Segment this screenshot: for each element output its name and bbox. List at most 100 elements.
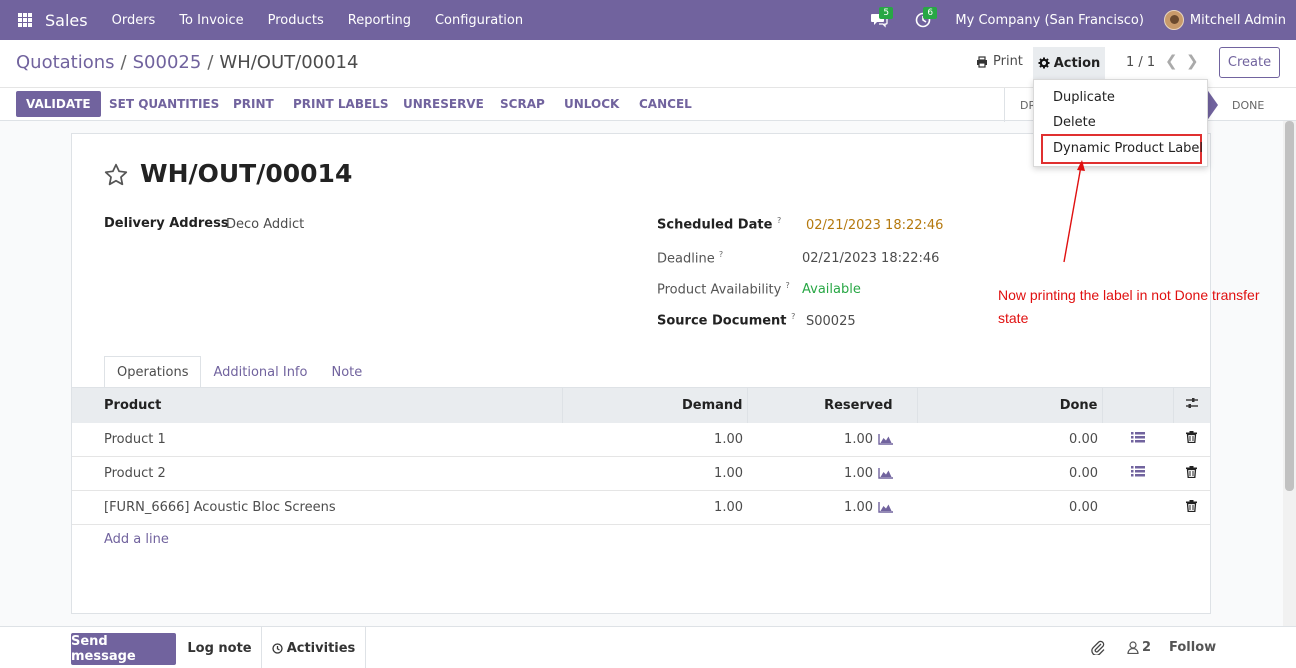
menu-item-duplicate[interactable]: Duplicate xyxy=(1053,90,1115,105)
scheduled-date-value[interactable]: 02/21/2023 18:22:46 xyxy=(806,218,943,233)
send-message-button[interactable]: Send message xyxy=(71,633,176,665)
messages-button[interactable]: 5 xyxy=(857,0,901,40)
cell-details xyxy=(1102,422,1173,457)
form-sheet: WH/OUT/00014 Delivery Address Deco Addic… xyxy=(71,133,1211,614)
unreserve-button[interactable]: UNRESERVE xyxy=(403,91,484,117)
column-demand[interactable]: Demand xyxy=(562,387,748,423)
user-menu[interactable]: Mitchell Admin xyxy=(1190,13,1286,28)
cell-product: Product 1 xyxy=(72,422,562,457)
cell-reserved: 1.00 xyxy=(747,422,917,457)
scrap-button[interactable]: SCRAP xyxy=(500,91,545,117)
paperclip-icon[interactable] xyxy=(1090,639,1106,655)
add-line-link[interactable]: Add a line xyxy=(104,532,169,547)
details-list-icon[interactable] xyxy=(1130,431,1145,443)
table-row[interactable]: Product 2 1.00 1.00 0.00 xyxy=(72,456,1210,491)
print-labels-button[interactable]: PRINT LABELS xyxy=(293,91,388,117)
print-button[interactable]: Print xyxy=(976,54,1023,69)
company-switcher[interactable]: My Company (San Francisco) xyxy=(955,13,1143,28)
menu-reporting[interactable]: Reporting xyxy=(336,13,423,28)
activities-button[interactable]: 6 xyxy=(901,0,945,40)
help-mark[interactable]: ? xyxy=(791,312,795,321)
print-status-button[interactable]: PRINT xyxy=(233,91,274,117)
apps-icon[interactable] xyxy=(18,13,32,27)
cell-product: Product 2 xyxy=(72,456,562,491)
trash-icon[interactable] xyxy=(1186,431,1197,444)
followers-button[interactable]: 2 xyxy=(1127,640,1151,655)
gear-icon xyxy=(1038,57,1050,69)
messages-badge: 5 xyxy=(879,7,894,19)
cell-reserved: 1.00 xyxy=(747,456,917,491)
delivery-address-value[interactable]: Deco Addict xyxy=(226,217,304,232)
scrollbar[interactable] xyxy=(1283,121,1296,626)
status-draft[interactable]: DR xyxy=(1004,88,1036,122)
reserved-value: 1.00 xyxy=(844,500,873,515)
followers-count: 2 xyxy=(1142,640,1152,655)
chevron-left-icon[interactable]: ❮ xyxy=(1165,52,1178,70)
table-header: Product Demand Reserved Done xyxy=(72,387,1210,423)
breadcrumb-separator: / xyxy=(207,52,214,73)
create-button[interactable]: Create xyxy=(1219,47,1280,78)
status-done[interactable]: DONE xyxy=(1232,88,1264,122)
activities-label: Activities xyxy=(286,640,356,656)
table-row[interactable]: Product 1 1.00 1.00 0.00 xyxy=(72,422,1210,457)
delivery-address-label: Delivery Address xyxy=(104,216,229,231)
menu-configuration[interactable]: Configuration xyxy=(423,13,535,28)
column-done[interactable]: Done xyxy=(917,387,1103,423)
tab-note[interactable]: Note xyxy=(319,356,374,388)
tab-operations[interactable]: Operations xyxy=(104,356,202,388)
help-mark[interactable]: ? xyxy=(719,250,723,259)
reserved-value: 1.00 xyxy=(844,431,873,447)
menu-products[interactable]: Products xyxy=(256,13,336,28)
scrollbar-thumb[interactable] xyxy=(1285,121,1294,491)
details-list-icon[interactable] xyxy=(1130,466,1145,477)
avatar[interactable] xyxy=(1163,10,1184,30)
forecast-icon[interactable] xyxy=(878,433,893,445)
notebook-tabs: Operations Additional Info Note xyxy=(104,356,374,388)
scheduled-date-label: Scheduled Date ? xyxy=(657,216,782,233)
reserved-value: 1.00 xyxy=(844,466,873,481)
breadcrumb: Quotations / S00025/WH/OUT/00014 xyxy=(16,52,358,73)
validate-button[interactable]: VALIDATE xyxy=(16,91,101,117)
help-mark[interactable]: ? xyxy=(777,216,781,225)
menu-orders[interactable]: Orders xyxy=(100,13,168,28)
breadcrumb-separator: / xyxy=(120,52,127,73)
table-row[interactable]: [FURN_6666] Acoustic Bloc Screens 1.00 1… xyxy=(72,490,1210,525)
menu-item-delete[interactable]: Delete xyxy=(1053,115,1096,130)
print-label: Print xyxy=(993,54,1023,69)
annotation-text: Now printing the label in not Done trans… xyxy=(998,287,1260,326)
column-product[interactable]: Product xyxy=(72,387,563,423)
operations-table: Product Demand Reserved Done Product 1 1… xyxy=(72,387,1210,525)
trash-icon[interactable] xyxy=(1186,465,1197,478)
menu-to-invoice[interactable]: To Invoice xyxy=(167,13,255,28)
forecast-icon[interactable] xyxy=(878,468,893,479)
unlock-button[interactable]: UNLOCK xyxy=(564,91,619,117)
print-icon xyxy=(977,55,987,68)
action-label: Action xyxy=(1053,55,1101,71)
cell-details xyxy=(1102,490,1173,525)
chevron-right-icon[interactable]: ❯ xyxy=(1186,52,1199,70)
app-name[interactable]: Sales xyxy=(45,11,88,30)
breadcrumb-current: WH/OUT/00014 xyxy=(219,52,359,73)
help-mark[interactable]: ? xyxy=(786,281,790,290)
breadcrumb-quotations[interactable]: Quotations xyxy=(16,52,115,73)
action-button[interactable]: Action xyxy=(1033,47,1105,79)
cell-reserved: 1.00 xyxy=(747,490,917,525)
cell-done: 0.00 xyxy=(917,456,1102,491)
trash-icon[interactable] xyxy=(1186,499,1197,512)
tab-additional-info[interactable]: Additional Info xyxy=(201,356,319,388)
cancel-button[interactable]: CANCEL xyxy=(639,91,692,117)
cell-delete xyxy=(1173,422,1210,457)
breadcrumb-order[interactable]: S00025 xyxy=(133,52,202,73)
star-icon[interactable] xyxy=(103,162,129,188)
activities-badge: 6 xyxy=(923,7,938,19)
optional-columns-toggle[interactable] xyxy=(1173,387,1210,423)
log-note-button[interactable]: Log note xyxy=(178,627,262,668)
forecast-icon[interactable] xyxy=(878,502,893,513)
source-document-value[interactable]: S00025 xyxy=(806,314,856,329)
column-reserved[interactable]: Reserved xyxy=(747,387,918,423)
set-quantities-button[interactable]: SET QUANTITIES xyxy=(109,91,219,117)
follow-button[interactable]: Follow xyxy=(1169,640,1216,655)
sliders-icon xyxy=(1185,398,1198,409)
pager-value[interactable]: 1 / 1 xyxy=(1126,55,1155,70)
activities-chatter-button[interactable]: Activities xyxy=(262,627,366,668)
